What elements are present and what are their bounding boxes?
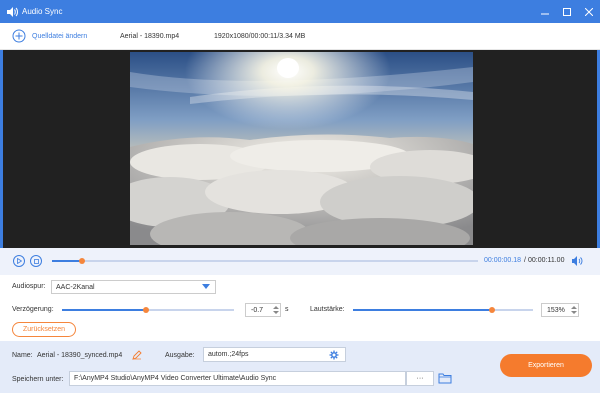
progress-handle[interactable] <box>78 258 85 264</box>
title-bar: Audio Sync <box>0 0 600 23</box>
name-label: Name: <box>12 352 33 359</box>
browse-label: ··· <box>416 375 424 382</box>
video-frame <box>130 52 473 245</box>
player-controls: 00:00:00.18 / 00:00:11.00 <box>0 248 600 275</box>
delay-slider-handle[interactable] <box>143 307 150 313</box>
save-path-value: F:\AnyMP4 Studio\AnyMP4 Video Converter … <box>74 375 277 382</box>
stop-button[interactable] <box>30 255 42 267</box>
volume-slider-handle[interactable] <box>488 307 495 313</box>
play-icon <box>16 258 22 264</box>
audio-track-select[interactable]: AAC-2Kanal <box>51 280 216 294</box>
playback-progress-bar[interactable] <box>52 258 478 264</box>
stop-icon <box>33 258 39 264</box>
folder-icon[interactable] <box>438 372 452 384</box>
edit-pencil-icon[interactable] <box>132 350 142 360</box>
play-button[interactable] <box>13 255 25 267</box>
browse-button[interactable]: ··· <box>406 371 434 386</box>
spinner-arrows-icon[interactable] <box>272 304 280 316</box>
source-file-name: Aerial - 18390.mp4 <box>120 32 180 40</box>
output-panel: Name: Aerial - 18390_synced.mp4 Ausgabe:… <box>0 341 600 393</box>
export-button[interactable]: Exportieren <box>500 354 592 377</box>
volume-slider-fill <box>353 309 492 311</box>
spinner-arrows-icon[interactable] <box>570 304 578 316</box>
audio-sync-icon <box>6 6 18 18</box>
time-separator: / <box>524 257 526 264</box>
audio-track-label: Audiospur: <box>12 283 46 290</box>
window-title: Audio Sync <box>22 7 63 16</box>
audio-track-value: AAC-2Kanal <box>56 283 95 291</box>
output-format-label: Ausgabe: <box>165 352 195 359</box>
delay-input[interactable]: -0.7 <box>245 303 281 317</box>
delay-unit: s <box>285 306 289 313</box>
save-location-label: Speichern unter: <box>12 376 64 383</box>
change-source-label: Quelldatei ändern <box>32 32 88 40</box>
minimize-icon[interactable] <box>534 0 556 23</box>
audio-settings-panel: Audiospur: AAC-2Kanal Verzögerung: -0.7 … <box>0 275 600 341</box>
volume-value: 153% <box>547 306 565 314</box>
volume-icon[interactable] <box>571 255 583 267</box>
volume-label: Lautstärke: <box>310 306 345 313</box>
change-source-button[interactable]: Quelldatei ändern <box>12 29 87 43</box>
delay-slider-fill <box>62 309 147 311</box>
add-circle-icon <box>12 29 26 43</box>
output-format-field[interactable]: autom.;24fps <box>203 347 346 362</box>
gear-icon[interactable] <box>329 350 339 362</box>
total-time: 00:00:11.00 <box>528 257 565 264</box>
progress-fill <box>52 260 82 262</box>
output-file-name: Aerial - 18390_synced.mp4 <box>37 352 123 359</box>
current-time: 00:00:00.18 <box>484 257 521 264</box>
video-preview-area <box>0 50 600 248</box>
reset-button[interactable]: Zurücksetzen <box>12 322 76 337</box>
save-path-field[interactable]: F:\AnyMP4 Studio\AnyMP4 Video Converter … <box>69 371 406 386</box>
delay-slider[interactable] <box>62 307 234 313</box>
volume-slider[interactable] <box>353 307 533 313</box>
close-icon[interactable] <box>578 0 600 23</box>
output-format-value: autom.;24fps <box>208 351 249 358</box>
toolbar: Quelldatei ändern Aerial - 18390.mp4 192… <box>0 23 600 50</box>
maximize-icon[interactable] <box>556 0 578 23</box>
chevron-down-icon <box>202 284 210 290</box>
delay-value: -0.7 <box>251 306 264 314</box>
source-file-meta: 1920x1080/00:00:11/3.34 MB <box>214 32 306 40</box>
volume-input[interactable]: 153% <box>541 303 579 317</box>
delay-label: Verzögerung: <box>12 306 54 313</box>
